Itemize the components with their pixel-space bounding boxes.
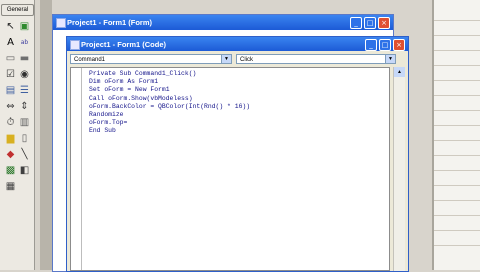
property-row-divider <box>434 110 480 111</box>
code-window-title: Project1 - Form1 (Code) <box>81 39 167 49</box>
property-row-divider <box>434 200 480 201</box>
property-row-divider <box>434 230 480 231</box>
textbox-icon[interactable]: ab <box>18 36 31 49</box>
property-row-divider <box>434 80 480 81</box>
shape-icon[interactable]: ◆ <box>4 148 17 161</box>
form-close-button[interactable]: × <box>378 17 390 29</box>
form-window-title: Project1 - Form1 (Form) <box>67 18 153 27</box>
property-row-divider <box>434 35 480 36</box>
properties-panel <box>434 0 480 270</box>
code-text[interactable]: Private Sub Command1_Click() Dim oForm As… <box>89 70 250 136</box>
toolbox-general-tab[interactable]: General <box>1 4 34 16</box>
property-row-divider <box>434 215 480 216</box>
property-row-divider <box>434 125 480 126</box>
drivelistbox-icon[interactable]: ▥ <box>18 116 31 129</box>
combobox-icon[interactable]: ▤ <box>4 84 17 97</box>
code-line[interactable]: oForm.BackColor = QBColor(Int(Rnd() * 16… <box>89 103 250 111</box>
code-editor[interactable]: Private Sub Command1_Click() Dim oForm As… <box>70 67 390 271</box>
line-icon[interactable]: ╲ <box>18 148 31 161</box>
frame-icon[interactable]: ▭ <box>4 52 17 65</box>
code-line[interactable]: Private Sub Command1_Click() <box>89 70 250 78</box>
code-minimize-button[interactable]: _ <box>365 39 377 51</box>
property-row-divider <box>434 50 480 51</box>
form-maximize-button[interactable]: □ <box>364 17 376 29</box>
code-window[interactable]: Project1 - Form1 (Code) _ □ × Command1 ▼… <box>66 36 409 272</box>
vscroll-icon[interactable]: ⇕ <box>18 100 31 113</box>
commandbutton-icon[interactable]: ▬ <box>18 52 31 65</box>
code-line[interactable]: Call oForm.Show(vbModeless) <box>89 95 250 103</box>
margin-indicator-bar <box>71 68 82 270</box>
chevron-down-icon[interactable]: ▼ <box>221 55 231 63</box>
property-row-divider <box>434 95 480 96</box>
form-window-icon <box>56 18 66 28</box>
code-line[interactable]: End Sub <box>89 127 250 135</box>
image-icon[interactable]: ▩ <box>4 164 17 177</box>
filelistbox-icon[interactable]: ▯ <box>18 132 31 145</box>
hscroll-icon[interactable]: ⇔ <box>4 100 17 113</box>
object-combo-value: Command1 <box>74 57 106 63</box>
label-icon[interactable]: A <box>4 36 17 49</box>
form-minimize-button[interactable]: _ <box>350 17 362 29</box>
property-row-divider <box>434 170 480 171</box>
procedure-combo[interactable]: Click ▼ <box>236 54 396 64</box>
object-combo[interactable]: Command1 ▼ <box>70 54 232 64</box>
code-maximize-button[interactable]: □ <box>379 39 391 51</box>
property-row-divider <box>434 20 480 21</box>
property-row-divider <box>434 65 480 66</box>
code-window-titlebar[interactable]: Project1 - Form1 (Code) _ □ × <box>67 37 408 51</box>
scroll-up-icon[interactable]: ▲ <box>394 67 405 77</box>
form-window-titlebar[interactable]: Project1 - Form1 (Form) _ □ × <box>53 15 393 30</box>
code-line[interactable]: Set oForm = New Form1 <box>89 86 250 94</box>
property-row-divider <box>434 245 480 246</box>
property-row-divider <box>434 155 480 156</box>
optionbutton-icon[interactable]: ◉ <box>18 68 31 81</box>
code-line[interactable]: Dim oForm As Form1 <box>89 78 250 86</box>
timer-icon[interactable]: ⏱ <box>4 116 17 129</box>
procedure-combo-value: Click <box>240 57 253 63</box>
dirlistbox-icon[interactable]: ▆ <box>4 132 17 145</box>
property-row-divider <box>434 140 480 141</box>
picturebox-icon[interactable]: ▣ <box>18 20 31 33</box>
listbox-icon[interactable]: ☰ <box>18 84 31 97</box>
editor-vertical-scrollbar[interactable]: ▲ <box>393 67 405 271</box>
ole-icon[interactable]: ▦ <box>4 180 17 193</box>
data-icon[interactable]: ◧ <box>18 164 31 177</box>
mdi-background <box>40 0 52 270</box>
checkbox-icon[interactable]: ☑ <box>4 68 17 81</box>
toolbox: General ↖ ▣ Aab ▭ ▬ ☑ ◉ ▤ ☰ ⇔ ⇕ ⏱ ▥ ▆ ▯ ◆ ╲ ▩ ◧ ▦ <box>0 0 35 270</box>
chevron-down-icon[interactable]: ▼ <box>385 55 395 63</box>
code-line[interactable]: oForm.Top= <box>89 119 250 127</box>
code-close-button[interactable]: × <box>393 39 405 51</box>
code-line[interactable]: Randomize <box>89 111 250 119</box>
code-window-icon <box>70 40 80 50</box>
pointer-icon[interactable]: ↖ <box>4 20 17 33</box>
property-row-divider <box>434 185 480 186</box>
